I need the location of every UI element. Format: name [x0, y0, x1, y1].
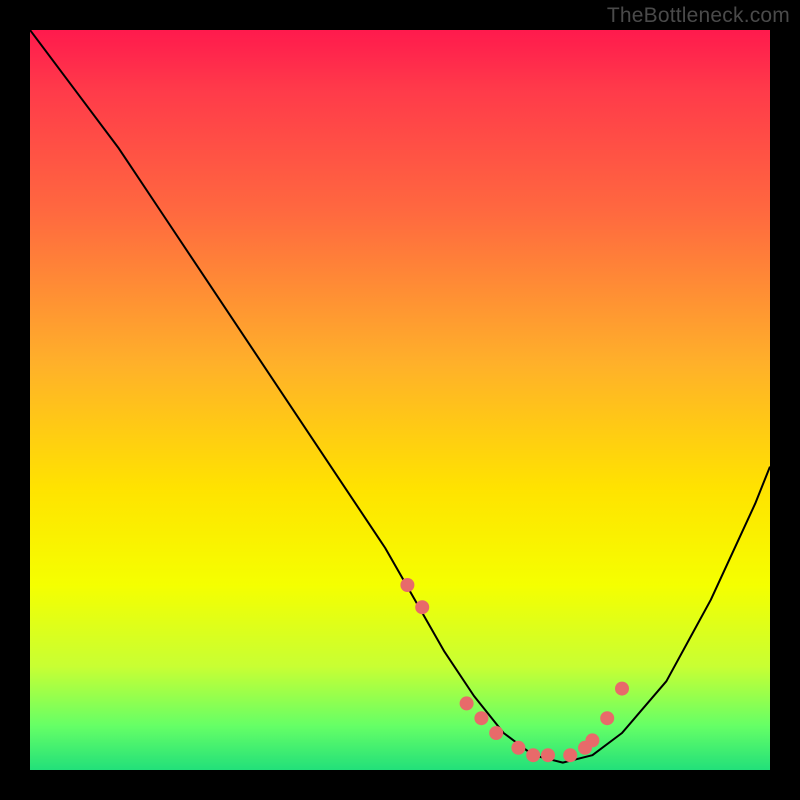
- highlight-marker: [541, 748, 555, 762]
- highlight-marker: [585, 733, 599, 747]
- highlight-marker: [600, 711, 614, 725]
- bottleneck-curve: [30, 30, 770, 763]
- gradient-plot-area: [30, 30, 770, 770]
- highlight-marker: [474, 711, 488, 725]
- curve-layer: [30, 30, 770, 770]
- highlight-marker: [460, 696, 474, 710]
- highlight-marker: [511, 741, 525, 755]
- highlight-marker: [563, 748, 577, 762]
- chart-stage: TheBottleneck.com: [0, 0, 800, 800]
- highlight-marker: [526, 748, 540, 762]
- highlight-marker: [415, 600, 429, 614]
- highlight-marker: [489, 726, 503, 740]
- highlight-marker: [400, 578, 414, 592]
- highlight-marker: [615, 682, 629, 696]
- watermark-text: TheBottleneck.com: [607, 4, 790, 28]
